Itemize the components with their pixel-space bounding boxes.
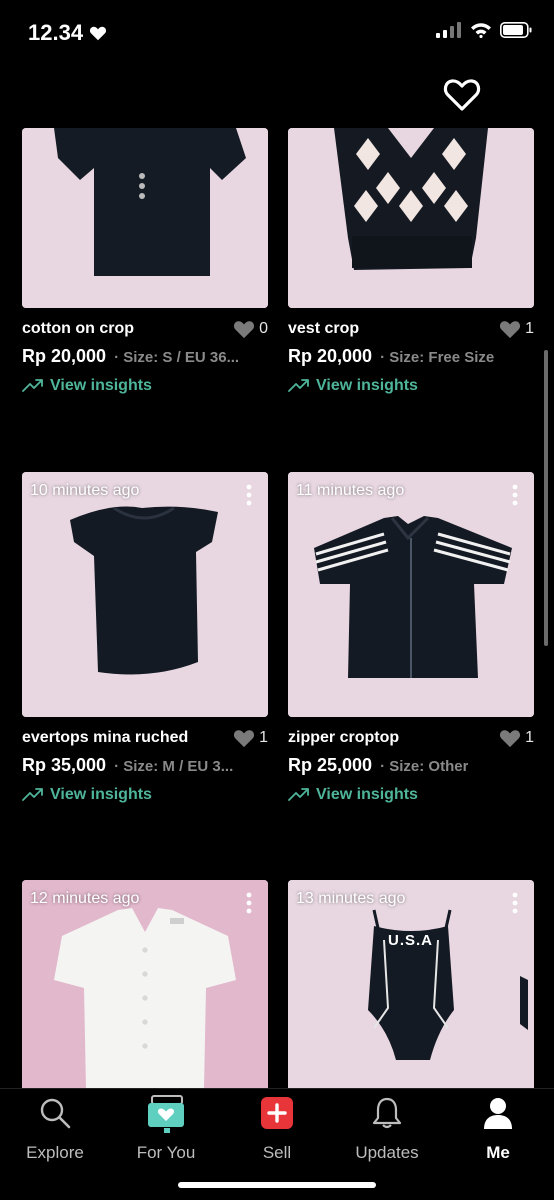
listing-price: Rp 35,000 — [22, 755, 107, 775]
heart-icon — [234, 321, 255, 339]
favorites-heart-icon[interactable] — [442, 74, 482, 114]
home-indicator — [178, 1182, 376, 1188]
battery-icon — [500, 22, 532, 38]
heart-status-icon — [90, 26, 107, 41]
white-ribbed-top-image — [22, 880, 268, 1088]
listing-time: 12 minutes ago — [30, 890, 140, 907]
profile-icon — [484, 1098, 512, 1129]
view-insights-link[interactable]: View insights — [22, 374, 268, 398]
bell-icon — [372, 1097, 402, 1129]
trending-up-icon — [288, 788, 309, 801]
bottom-nav: Explore For You Sell Updates Me — [0, 1088, 554, 1200]
trending-up-icon — [22, 379, 43, 392]
sell-plus-icon — [261, 1097, 293, 1129]
listing-photo[interactable]: U.S.A 13 minutes ago — [288, 880, 534, 1088]
search-icon — [40, 1098, 71, 1129]
heart-icon — [500, 321, 521, 339]
more-options-icon[interactable] — [246, 892, 252, 914]
view-insights-link[interactable]: View insights — [288, 783, 534, 807]
listing-photo[interactable]: 10 minutes ago — [22, 472, 268, 717]
likes-count: 1 — [259, 729, 268, 746]
nav-sell[interactable]: Sell — [227, 1095, 327, 1163]
status-icons — [436, 22, 532, 38]
listing-card[interactable]: U.S.A 13 minutes ago — [288, 880, 534, 1088]
listing-time: 13 minutes ago — [296, 890, 406, 907]
listing-title: evertops mina ruched — [22, 729, 189, 746]
more-options-icon[interactable] — [512, 484, 518, 506]
listing-title: vest crop — [288, 320, 360, 337]
wifi-icon — [471, 23, 491, 38]
nav-explore-label: Explore — [26, 1143, 84, 1162]
usa-bodysuit-image — [288, 880, 534, 1088]
listing-time: 10 minutes ago — [30, 482, 140, 499]
for-you-icon — [148, 1095, 184, 1133]
status-bar: 12.34 — [0, 0, 554, 64]
nav-for-you-label: For You — [136, 1143, 196, 1162]
argyle-vest-image — [288, 128, 534, 308]
trending-up-icon — [288, 379, 309, 392]
listing-time: 11 minutes ago — [296, 482, 405, 499]
nav-me[interactable]: Me — [448, 1095, 548, 1163]
listing-price: Rp 20,000 — [22, 346, 107, 366]
listing-card[interactable]: vest crop 1 Rp 20,000 · Size: Free Size … — [288, 128, 534, 398]
view-insights-label: View insights — [316, 377, 418, 394]
view-insights-link[interactable]: View insights — [22, 783, 268, 807]
screen: 12.34 cotton on crop 0 Rp 20,000 · Size:… — [0, 0, 554, 1200]
heart-icon — [500, 730, 521, 748]
more-options-icon[interactable] — [512, 892, 518, 914]
likes-count: 0 — [259, 320, 268, 337]
listing-photo[interactable]: 12 minutes ago — [22, 880, 268, 1088]
view-insights-label: View insights — [50, 377, 152, 394]
listing-price: Rp 25,000 — [288, 755, 373, 775]
listing-size: · Size: M / EU 3... — [114, 758, 234, 775]
listing-size: · Size: Free Size — [380, 349, 495, 366]
view-insights-label: View insights — [316, 786, 418, 803]
nav-updates[interactable]: Updates — [337, 1095, 437, 1163]
listing-title: cotton on crop — [22, 320, 134, 337]
likes-count: 1 — [525, 320, 534, 337]
listing-card[interactable]: 10 minutes ago evertops mina ruched 1 Rp… — [22, 472, 268, 807]
signal-icon — [436, 22, 461, 38]
view-insights-link[interactable]: View insights — [288, 374, 534, 398]
listing-card[interactable]: cotton on crop 0 Rp 20,000 · Size: S / E… — [22, 128, 268, 398]
usa-print: U.S.A — [388, 932, 434, 949]
black-crop-top-image — [22, 128, 268, 308]
listing-card[interactable]: 12 minutes ago — [22, 880, 268, 1088]
status-time: 12.34 — [28, 20, 107, 46]
more-options-icon[interactable] — [246, 484, 252, 506]
heart-icon — [234, 730, 255, 748]
listing-price: Rp 20,000 — [288, 346, 373, 366]
nav-me-label: Me — [486, 1143, 510, 1162]
nav-sell-label: Sell — [262, 1143, 292, 1162]
nav-updates-label: Updates — [355, 1143, 419, 1162]
listing-photo[interactable] — [22, 128, 268, 308]
listing-likes[interactable]: 1 — [499, 728, 534, 748]
likes-count: 1 — [525, 729, 534, 746]
listing-photo[interactable]: 11 minutes ago — [288, 472, 534, 717]
listing-size: · Size: S / EU 36... — [114, 349, 240, 366]
nav-for-you[interactable]: For You — [116, 1095, 216, 1163]
listing-likes[interactable]: 1 — [233, 728, 268, 748]
listing-photo[interactable] — [288, 128, 534, 308]
listing-likes[interactable]: 0 — [233, 319, 268, 339]
listing-title: zipper croptop — [288, 729, 400, 746]
trending-up-icon — [22, 788, 43, 801]
ruched-top-image — [22, 472, 268, 717]
status-time-label: 12.34 — [28, 20, 84, 45]
listing-card[interactable]: 11 minutes ago zipper croptop 1 Rp 25,00… — [288, 472, 534, 807]
scrollbar[interactable] — [544, 350, 548, 646]
zipper-croptop-image — [288, 472, 534, 717]
listing-likes[interactable]: 1 — [499, 319, 534, 339]
view-insights-label: View insights — [50, 786, 152, 803]
nav-explore[interactable]: Explore — [5, 1095, 105, 1163]
listing-size: · Size: Other — [380, 758, 469, 775]
